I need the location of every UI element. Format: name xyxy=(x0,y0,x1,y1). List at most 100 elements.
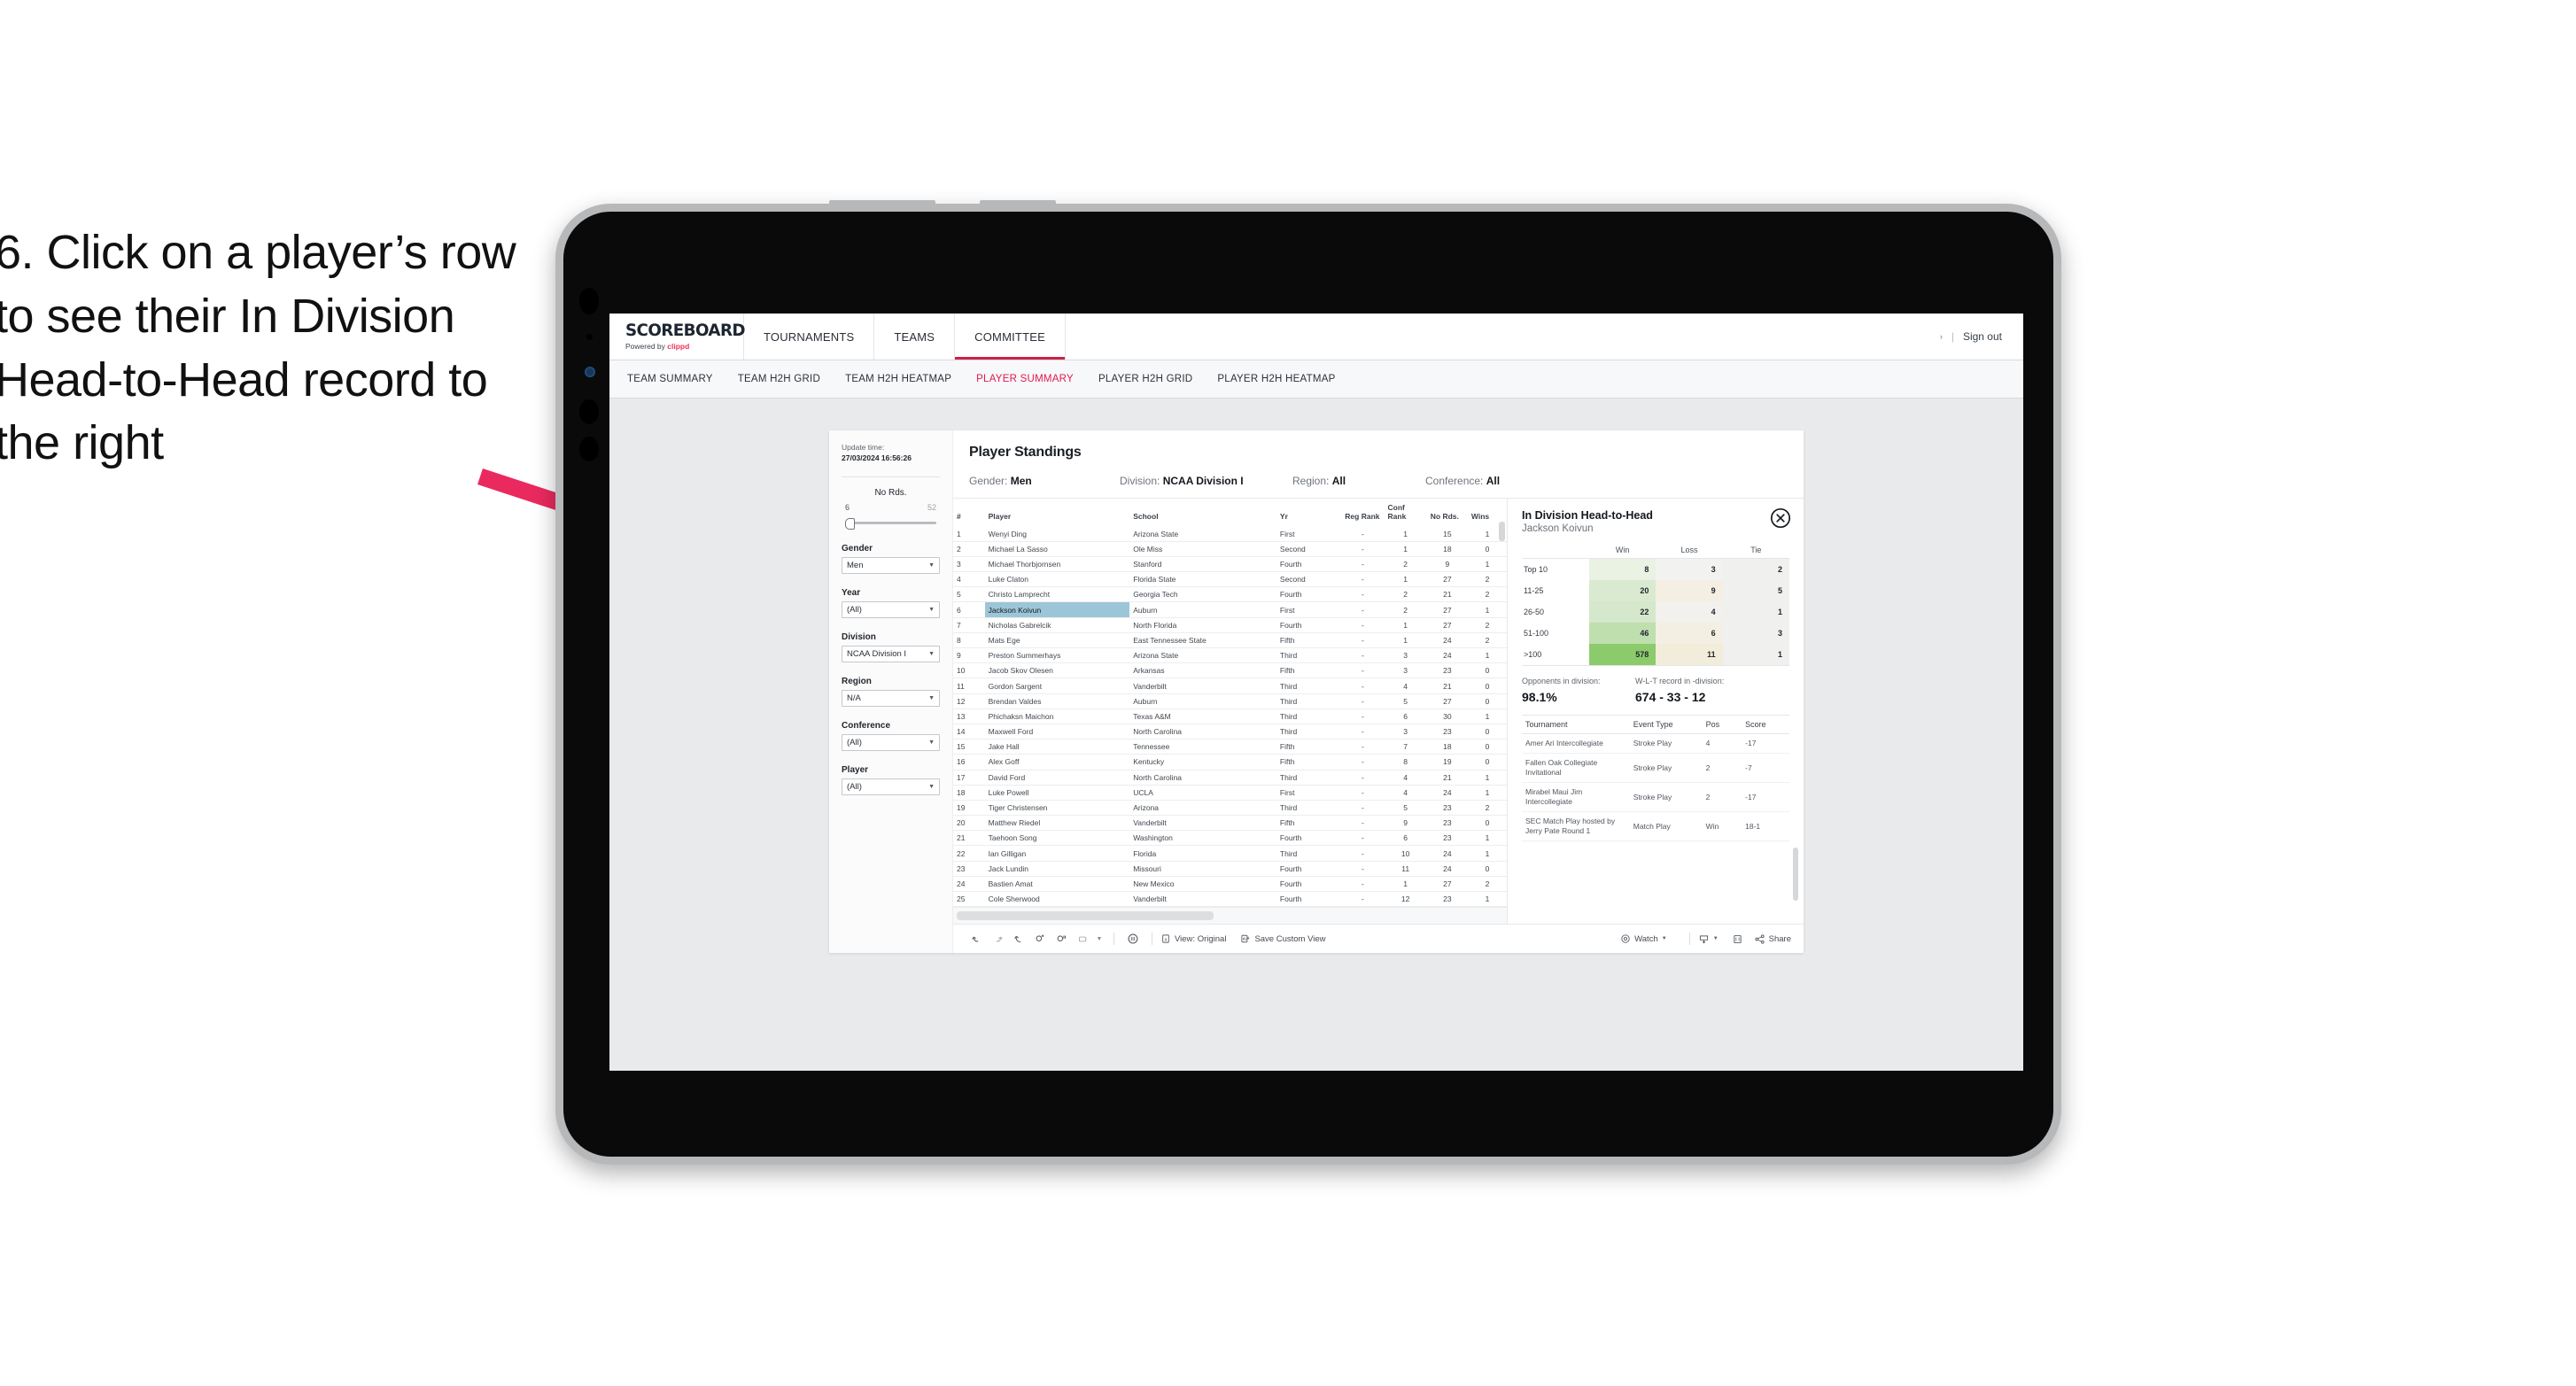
table-row[interactable]: 18 Luke Powell UCLA First -4 24 1 xyxy=(953,785,1507,801)
col-tournament[interactable]: Tournament xyxy=(1522,715,1630,734)
filter-region-select[interactable]: N/A ▼ xyxy=(842,689,940,707)
filter-conference-select[interactable]: (All) ▼ xyxy=(842,733,940,751)
tournament-scrollbar[interactable] xyxy=(1793,848,1798,902)
table-row[interactable]: 16 Alex Goff Kentucky Fifth -8 19 0 xyxy=(953,754,1507,770)
subnav-team-h2h-heatmap[interactable]: TEAM H2H HEATMAP xyxy=(845,374,951,384)
nav-tab-committee[interactable]: COMMITTEE xyxy=(955,314,1066,360)
col-conf-rank[interactable]: Conf Rank xyxy=(1384,499,1427,527)
col-rank[interactable]: # xyxy=(953,499,985,527)
table-row[interactable]: 17 David Ford North Carolina Third -4 21 1 xyxy=(953,770,1507,786)
table-row[interactable]: 7 Nicholas Gabrelcik North Florida Fourth -1… xyxy=(953,617,1507,633)
col-player[interactable]: Player xyxy=(984,499,1130,527)
download-button[interactable]: ▼ xyxy=(1698,933,1719,945)
table-row[interactable]: 19 Tiger Christensen Arizona Third -5 23 2 xyxy=(953,800,1507,817)
filter-division-select[interactable]: NCAA Division I ▼ xyxy=(842,645,940,662)
table-row[interactable]: 23 Jack Lundin Missouri Fourth -11 24 0 xyxy=(953,861,1507,877)
table-row[interactable]: 8 Mats Ege East Tennessee State Fifth -1 24 2 xyxy=(953,632,1507,649)
table-row[interactable]: 2 Michael La Sasso Ole Miss Second -1 18 0 xyxy=(953,541,1507,557)
table-row[interactable]: 6 Jackson Koivun Auburn First -2 27 1 xyxy=(953,601,1507,618)
tournament-row[interactable]: Mirabel Maui Jim Intercollegiate Stroke P… xyxy=(1522,782,1789,813)
watch-button[interactable]: Watch ▼ xyxy=(1620,933,1667,944)
volume-button[interactable] xyxy=(980,200,1056,207)
power-button[interactable] xyxy=(829,200,935,207)
refresh-icon[interactable] xyxy=(1029,933,1051,945)
pause-auto-update-icon[interactable] xyxy=(1122,933,1144,945)
save-custom-view-button[interactable]: Save Custom View xyxy=(1240,933,1326,944)
no-rds-slider[interactable] xyxy=(842,515,940,530)
subnav-player-summary[interactable]: PLAYER SUMMARY xyxy=(976,374,1074,384)
share-button[interactable]: Share xyxy=(1754,933,1791,945)
matrix-cell-win[interactable]: 20 xyxy=(1589,580,1657,601)
matrix-cell-win[interactable]: 22 xyxy=(1589,601,1657,623)
table-horizontal-scrollbar[interactable] xyxy=(957,911,1214,921)
matrix-cell-tie[interactable]: 3 xyxy=(1722,623,1789,644)
col-pos[interactable]: Pos xyxy=(1702,715,1742,734)
redo-icon[interactable] xyxy=(987,933,1008,945)
table-row[interactable]: 21 Taehoon Song Washington Fourth -6 23 1 xyxy=(953,830,1507,847)
app-header-right: › | Sign out xyxy=(1940,314,2023,360)
col-no-rds[interactable]: No Rds. xyxy=(1426,499,1468,527)
table-row[interactable]: 24 Bastien Amat New Mexico Fourth -1 27 2 xyxy=(953,876,1507,893)
tournament-row[interactable]: SEC Match Play hosted by Jerry Pate Roun… xyxy=(1522,811,1789,842)
table-row[interactable]: 11 Gordon Sargent Vanderbilt Third -4 21 0 xyxy=(953,678,1507,694)
matrix-cell-tie[interactable]: 1 xyxy=(1722,644,1789,666)
close-circle-icon[interactable] xyxy=(1770,507,1791,529)
table-row[interactable]: 12 Brendan Valdes Auburn Third -5 27 0 xyxy=(953,693,1507,709)
subnav-player-h2h-heatmap[interactable]: PLAYER H2H HEATMAP xyxy=(1217,374,1335,384)
table-row[interactable]: 1 Wenyi Ding Arizona State First -1 15 1 xyxy=(953,526,1507,542)
table-row[interactable]: 3 Michael Thorbjornsen Stanford Fourth -2 9 1 xyxy=(953,556,1507,573)
matrix-cell-loss[interactable]: 11 xyxy=(1656,644,1723,666)
table-row[interactable]: 10 Jacob Skov Olesen Arkansas Fifth -3 23 0 xyxy=(953,662,1507,679)
col-yr[interactable]: Yr xyxy=(1276,499,1342,527)
table-row[interactable]: 22 Ian Gilligan Florida Third -10 24 1 xyxy=(953,845,1507,862)
view-original-button[interactable]: a View: Original xyxy=(1160,933,1226,944)
filter-gender-select[interactable]: Men ▼ xyxy=(842,556,940,574)
matrix-cell-tie[interactable]: 5 xyxy=(1722,580,1789,601)
col-school[interactable]: School xyxy=(1129,499,1276,527)
table-row[interactable]: 4 Luke Claton Florida State Second -1 27 2 xyxy=(953,571,1507,588)
subnav-team-h2h-grid[interactable]: TEAM H2H GRID xyxy=(738,374,820,384)
table-row[interactable]: 9 Preston Summerhays Arizona State Third -3 2… xyxy=(953,647,1507,664)
revert-icon[interactable] xyxy=(1008,933,1029,945)
table-row[interactable]: 20 Matthew Riedel Vanderbilt Fifth -9 23 0 xyxy=(953,815,1507,832)
filter-player-select[interactable]: (All) ▼ xyxy=(842,778,940,795)
subnav-team-summary[interactable]: TEAM SUMMARY xyxy=(627,374,713,384)
matrix-cell-win[interactable]: 46 xyxy=(1589,623,1657,644)
col-score[interactable]: Score xyxy=(1742,715,1789,734)
subnav-player-h2h-grid[interactable]: PLAYER H2H GRID xyxy=(1098,374,1192,384)
table-row[interactable]: 14 Maxwell Ford North Carolina Third -3 23 0 xyxy=(953,724,1507,740)
matrix-cell-win[interactable]: 578 xyxy=(1589,644,1657,666)
table-row[interactable]: 15 Jake Hall Tennessee Fifth -7 18 0 xyxy=(953,739,1507,755)
chevron-down-icon[interactable]: ▼ xyxy=(1093,936,1106,942)
matrix-cell-loss[interactable]: 3 xyxy=(1656,558,1723,580)
device-preview-icon[interactable] xyxy=(1072,933,1093,945)
col-reg-rank[interactable]: Reg Rank xyxy=(1341,499,1385,527)
matrix-cell-loss[interactable]: 4 xyxy=(1656,601,1723,623)
table-row[interactable]: 5 Christo Lamprecht Georgia Tech Fourth -2 21… xyxy=(953,586,1507,603)
matrix-cell-tie[interactable]: 1 xyxy=(1722,601,1789,623)
user-chevron-icon[interactable]: › xyxy=(1940,332,1943,341)
pause-refresh-icon[interactable] xyxy=(1051,933,1072,945)
cell-player: Preston Summerhays xyxy=(984,647,1130,664)
table-row[interactable]: 13 Phichaksn Maichon Texas A&M Third -6 30 1 xyxy=(953,708,1507,724)
matrix-cell-win[interactable]: 8 xyxy=(1589,558,1657,580)
undo-icon[interactable] xyxy=(966,933,987,945)
table-vertical-scrollbar[interactable] xyxy=(1499,522,1505,541)
sign-out-button[interactable]: Sign out xyxy=(1963,330,2002,343)
col-event-type[interactable]: Event Type xyxy=(1629,715,1703,734)
matrix-cell-tie[interactable]: 2 xyxy=(1722,558,1789,580)
tournament-row[interactable]: Fallen Oak Collegiate Invitational Stroke… xyxy=(1522,753,1789,784)
app-logo[interactable]: SCOREBOARD Powered by clippd xyxy=(609,314,746,360)
standings-table-body: 1 Wenyi Ding Arizona State First -1 15 1 2 Micha… xyxy=(953,526,1507,908)
filter-year-select[interactable]: (All) ▼ xyxy=(842,600,940,618)
table-row[interactable]: 25 Cole Sherwood Vanderbilt Fourth -12 23 1 xyxy=(953,891,1507,908)
nav-tab-teams[interactable]: TEAMS xyxy=(874,314,956,360)
cell-reg-rank: - xyxy=(1341,647,1385,664)
nav-tab-tournaments[interactable]: TOURNAMENTS xyxy=(744,314,875,360)
matrix-cell-loss[interactable]: 6 xyxy=(1656,623,1723,644)
tournament-row[interactable]: Amer Ari Intercollegiate Stroke Play 4 -17 xyxy=(1522,733,1789,755)
cell-rank: 15 xyxy=(953,739,985,755)
fullscreen-icon[interactable] xyxy=(1727,933,1749,945)
slider-handle[interactable] xyxy=(845,517,855,530)
matrix-cell-loss[interactable]: 9 xyxy=(1656,580,1723,601)
